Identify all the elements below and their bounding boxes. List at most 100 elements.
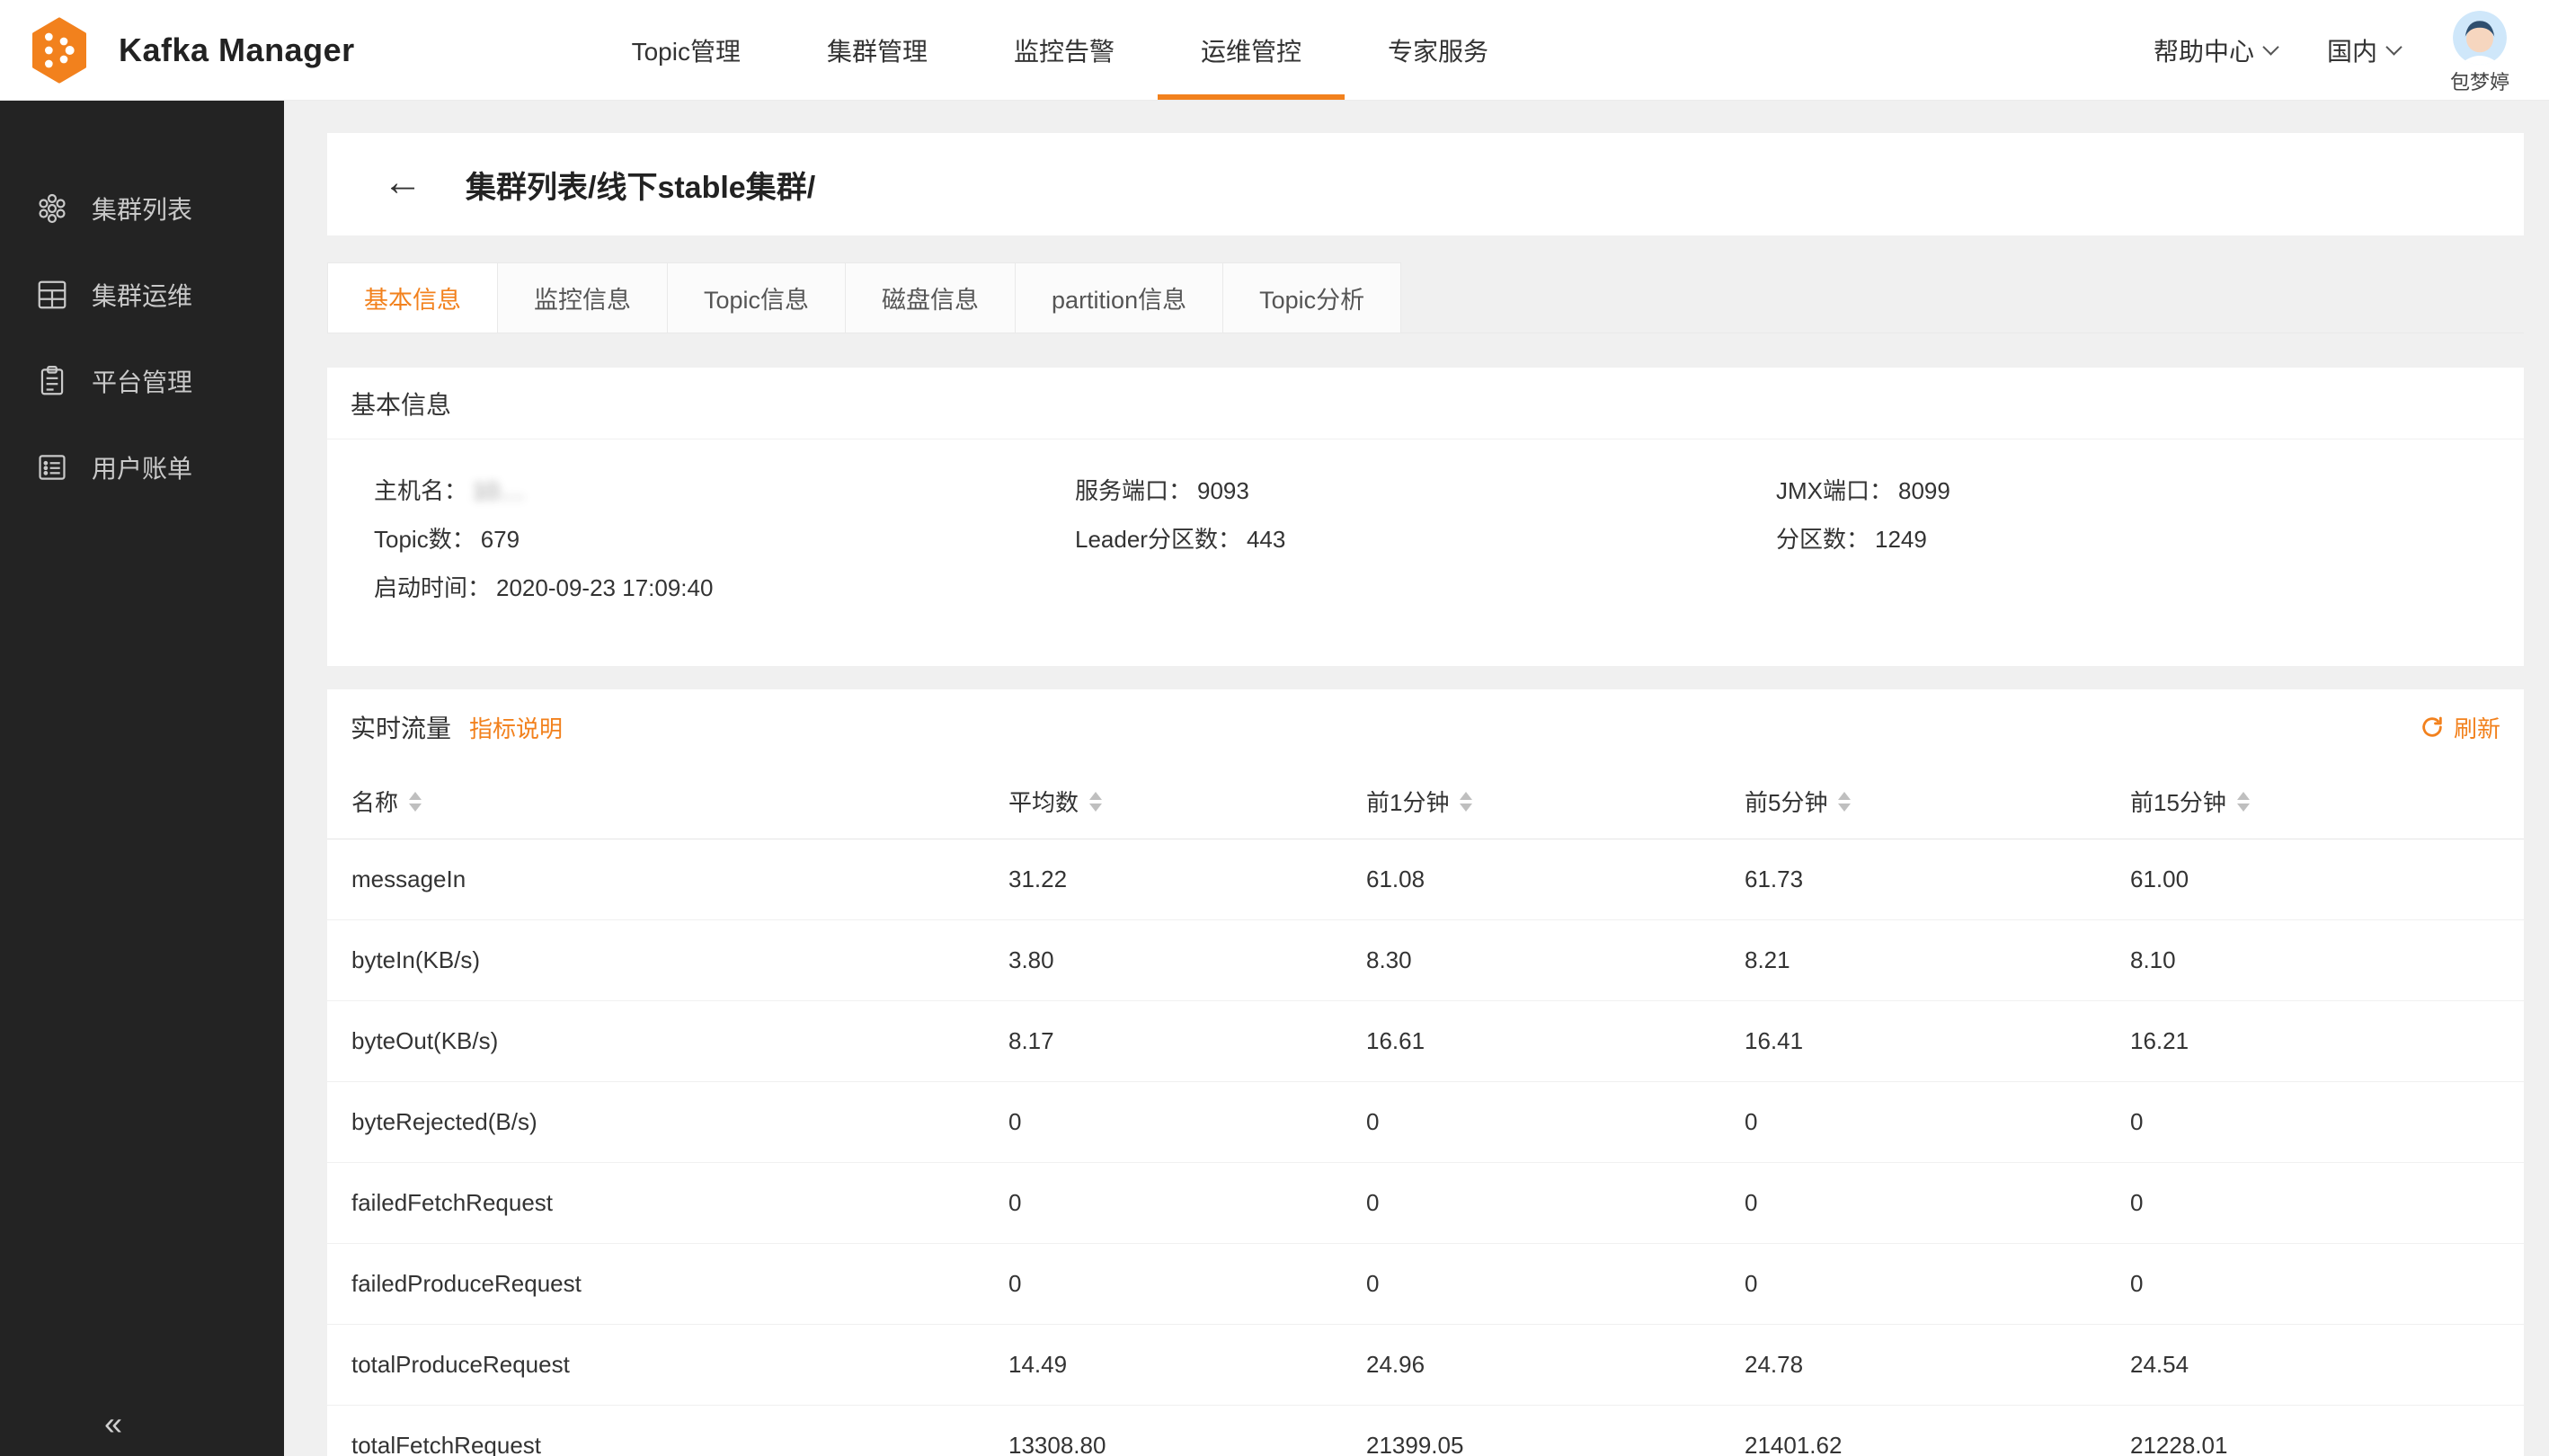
cluster-ops-icon: [34, 277, 70, 313]
tab-topic-analysis[interactable]: Topic分析: [1223, 262, 1401, 333]
region-label: 国内: [2327, 32, 2377, 68]
topbar-right: 帮助中心 国内 包梦婷: [2154, 0, 2549, 100]
field-value: 2020-09-23 17:09:40: [496, 574, 713, 601]
field-label: 启动时间：: [374, 574, 491, 601]
tab-monitor-info[interactable]: 监控信息: [498, 262, 668, 333]
field-hostname: 主机名：10....: [374, 466, 1075, 515]
metric-value-cell: 61.73: [1745, 839, 2130, 919]
nav-label: 专家服务: [1388, 32, 1488, 68]
metric-value-cell: 21399.05: [1366, 1405, 1745, 1456]
sidebar-item-user-billing[interactable]: 用户账单: [0, 424, 284, 510]
tab-topic-info[interactable]: Topic信息: [668, 262, 846, 333]
sort-icon[interactable]: [2237, 792, 2250, 812]
metric-name-cell: byteOut(KB/s): [327, 1000, 1008, 1081]
field-label: 服务端口：: [1075, 477, 1192, 504]
table-row: byteOut(KB/s)8.1716.6116.4116.21: [327, 1000, 2524, 1081]
sort-icon[interactable]: [1089, 792, 1102, 812]
column-label: 前15分钟: [2130, 785, 2226, 818]
sidebar-item-platform-admin[interactable]: 平台管理: [0, 338, 284, 424]
column-header-last-15min: 前15分钟: [2130, 765, 2524, 839]
topbar: Kafka Manager Topic管理 集群管理 监控告警 运维管控 专家服…: [0, 0, 2549, 101]
table-row: failedProduceRequest0000: [327, 1243, 2524, 1324]
avatar: [2453, 11, 2507, 65]
field-leader-partition-count: Leader分区数：443: [1075, 515, 1776, 564]
field-topic-count: Topic数：679: [374, 515, 1075, 564]
metric-name-cell: totalProduceRequest: [327, 1324, 1008, 1405]
metric-name-cell: failedProduceRequest: [327, 1243, 1008, 1324]
refresh-label: 刷新: [2454, 711, 2500, 744]
column-label: 前5分钟: [1745, 785, 1827, 818]
tab-label: Topic分析: [1259, 280, 1364, 315]
tab-partition-info[interactable]: partition信息: [1016, 262, 1223, 333]
tab-label: 基本信息: [364, 280, 461, 315]
table-row: messageIn31.2261.0861.7361.00: [327, 839, 2524, 919]
metric-value-cell: 0: [1745, 1162, 2130, 1243]
table-row: totalProduceRequest14.4924.9624.7824.54: [327, 1324, 2524, 1405]
tab-disk-info[interactable]: 磁盘信息: [846, 262, 1016, 333]
field-label: JMX端口：: [1776, 477, 1893, 504]
user-menu[interactable]: 包梦婷: [2450, 5, 2509, 95]
metric-value-cell: 21401.62: [1745, 1405, 2130, 1456]
column-label: 名称: [351, 785, 398, 818]
metric-value-cell: 8.30: [1366, 919, 1745, 1000]
tab-label: 监控信息: [534, 280, 631, 315]
column-label: 前1分钟: [1366, 785, 1449, 818]
nav-topic-management[interactable]: Topic管理: [589, 0, 784, 100]
cluster-list-icon: [34, 191, 70, 226]
column-label: 平均数: [1008, 785, 1079, 818]
help-center-menu[interactable]: 帮助中心: [2154, 32, 2277, 68]
tab-basic-info[interactable]: 基本信息: [327, 262, 498, 333]
realtime-flow-title: 实时流量: [351, 709, 451, 745]
refresh-icon: [2420, 715, 2445, 740]
sort-icon[interactable]: [409, 792, 422, 812]
nav-ops-control[interactable]: 运维管控: [1158, 0, 1345, 100]
sidebar: 集群列表 集群运维 平台管理: [0, 101, 284, 1456]
region-menu[interactable]: 国内: [2327, 32, 2400, 68]
tab-bar: 基本信息 监控信息 Topic信息 磁盘信息 partition信息 Topic…: [327, 262, 2524, 333]
field-partition-count: 分区数：1249: [1776, 515, 2477, 564]
nav-expert-service[interactable]: 专家服务: [1345, 0, 1532, 100]
basic-info-card-title: 基本信息: [327, 368, 2524, 439]
column-header-average: 平均数: [1008, 765, 1366, 839]
metric-value-cell: 24.78: [1745, 1324, 2130, 1405]
metrics-description-link[interactable]: 指标说明: [469, 711, 563, 744]
field-value: 9093: [1197, 477, 1249, 504]
chevron-down-icon: [2385, 39, 2402, 55]
main-content: ← 集群列表/线下stable集群/ 基本信息 监控信息 Topic信息 磁盘信…: [284, 101, 2549, 1456]
sidebar-collapse-button[interactable]: «: [104, 1405, 122, 1442]
sidebar-item-cluster-list[interactable]: 集群列表: [0, 165, 284, 252]
metric-value-cell: 8.21: [1745, 919, 2130, 1000]
metric-value-cell: 16.61: [1366, 1000, 1745, 1081]
metric-value-cell: 21228.01: [2130, 1405, 2524, 1456]
metric-value-cell: 0: [1745, 1243, 2130, 1324]
sidebar-item-label: 集群运维: [92, 277, 192, 313]
metric-value-cell: 0: [1008, 1162, 1366, 1243]
sort-icon[interactable]: [1838, 792, 1851, 812]
nav-label: 监控告警: [1014, 32, 1115, 68]
field-label: Leader分区数：: [1075, 526, 1241, 553]
nav-cluster-management[interactable]: 集群管理: [784, 0, 971, 100]
back-arrow-icon[interactable]: ←: [383, 163, 422, 202]
table-row: byteIn(KB/s)3.808.308.218.10: [327, 919, 2524, 1000]
field-label: Topic数：: [374, 526, 475, 553]
metric-name-cell: totalFetchRequest: [327, 1405, 1008, 1456]
field-value: 443: [1247, 526, 1285, 553]
user-billing-icon: [34, 449, 70, 485]
field-label: 主机名：: [374, 477, 467, 504]
sidebar-item-cluster-ops[interactable]: 集群运维: [0, 252, 284, 338]
field-value: 679: [481, 526, 520, 553]
metric-value-cell: 0: [1008, 1243, 1366, 1324]
tab-label: 磁盘信息: [882, 280, 979, 315]
metric-value-cell: 0: [1008, 1081, 1366, 1162]
sort-icon[interactable]: [1460, 792, 1472, 812]
field-label: 分区数：: [1776, 526, 1870, 553]
metric-value-cell: 16.41: [1745, 1000, 2130, 1081]
column-header-last-5min: 前5分钟: [1745, 765, 2130, 839]
table-row: byteRejected(B/s)0000: [327, 1081, 2524, 1162]
refresh-button[interactable]: 刷新: [2420, 711, 2500, 744]
nav-monitor-alert[interactable]: 监控告警: [971, 0, 1158, 100]
sidebar-item-label: 用户账单: [92, 449, 192, 485]
field-jmx-port: JMX端口：8099: [1776, 466, 2477, 515]
field-start-time: 启动时间：2020-09-23 17:09:40: [374, 564, 1075, 612]
metric-value-cell: 0: [1366, 1243, 1745, 1324]
